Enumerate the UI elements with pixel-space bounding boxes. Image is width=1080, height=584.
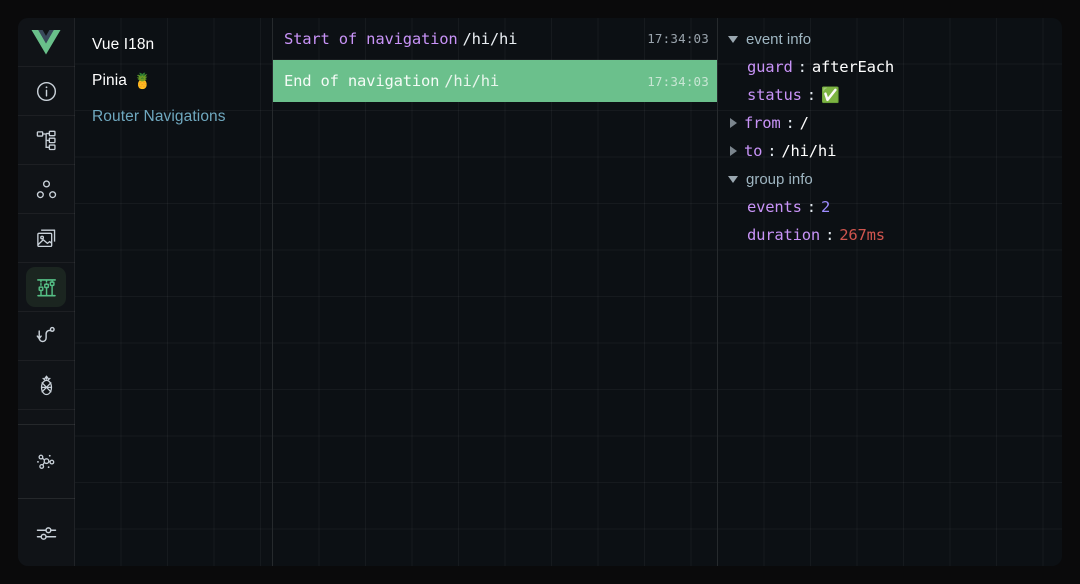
component-tree-icon [26, 120, 66, 160]
field-colon: : [820, 226, 839, 244]
inspector-content: event info guard : afterEach status : ✅ … [718, 18, 1062, 249]
group-title: event info [746, 31, 811, 48]
chevron-right-icon[interactable] [730, 146, 737, 156]
chevron-down-icon[interactable] [728, 176, 738, 183]
group-title: group info [746, 171, 813, 188]
plugin-list: Vue I18n Pinia 🍍 Router Navigations [75, 18, 272, 135]
inspector-group-event-info[interactable]: event info [718, 25, 1062, 53]
field-value: afterEach [812, 58, 894, 76]
inspector-field-guard: guard : afterEach [718, 53, 1062, 81]
sidebar-item-components[interactable] [18, 116, 75, 165]
field-key: to [744, 142, 762, 160]
chevron-down-icon[interactable] [728, 36, 738, 43]
plugin-label: Router Navigations [92, 108, 226, 126]
router-path-icon [26, 316, 66, 356]
chevron-right-icon[interactable] [730, 118, 737, 128]
field-key: events [747, 198, 802, 216]
sidebar-item-settings[interactable] [18, 509, 75, 558]
plugin-label: Pinia [92, 72, 127, 90]
sidebar-item-graph[interactable] [18, 165, 75, 214]
field-colon: : [793, 58, 812, 76]
devtools-window: Vue I18n Pinia 🍍 Router Navigations Star… [18, 18, 1062, 566]
inspector-field-from[interactable]: from : / [718, 109, 1062, 137]
timeline-event-row-selected[interactable]: End of navigation /hi/hi 17:34:03 [273, 60, 717, 102]
event-timestamp: 17:34:03 [647, 31, 709, 46]
event-list: Start of navigation /hi/hi 17:34:03 End … [273, 18, 717, 102]
sidebar-item-timeline[interactable] [18, 263, 75, 312]
plugin-list-panel: Vue I18n Pinia 🍍 Router Navigations [75, 18, 273, 566]
pinia-pineapple-icon [26, 365, 66, 405]
network-nodes-icon [26, 442, 66, 482]
inspector-field-events: events : 2 [718, 193, 1062, 221]
sidebar-item-assets[interactable] [18, 214, 75, 263]
field-key: duration [747, 226, 820, 244]
sidebar-item-pinia[interactable] [18, 361, 75, 410]
timeline-panel: Start of navigation /hi/hi 17:34:03 End … [273, 18, 718, 566]
event-subtitle: /hi/hi [439, 72, 499, 90]
info-circle-icon [26, 71, 66, 111]
inspector-field-duration: duration : 267ms [718, 221, 1062, 249]
field-key: from [744, 114, 781, 132]
sidebar-item-info[interactable] [18, 67, 75, 116]
plugin-item-router-navigations[interactable]: Router Navigations [75, 99, 272, 135]
sidebar-item-plugins[interactable] [18, 437, 75, 486]
field-key: guard [747, 58, 793, 76]
field-key: status [747, 86, 802, 104]
sidebar [18, 18, 75, 566]
check-mark-icon: ✅ [821, 86, 839, 104]
plugin-item-vue-i18n[interactable]: Vue I18n [75, 27, 272, 63]
plugin-label: Vue I18n [92, 36, 154, 54]
sidebar-item-router[interactable] [18, 312, 75, 361]
field-value: 267ms [839, 226, 885, 244]
field-value: /hi/hi [781, 142, 836, 160]
field-colon: : [802, 198, 821, 216]
field-colon: : [781, 114, 800, 132]
assets-image-icon [26, 218, 66, 258]
inspector-panel: event info guard : afterEach status : ✅ … [718, 18, 1062, 566]
event-timestamp: 17:34:03 [647, 74, 709, 89]
event-subtitle: /hi/hi [458, 30, 518, 48]
inspector-field-status: status : ✅ [718, 81, 1062, 109]
sidebar-divider-top [18, 424, 75, 425]
settings-sliders-icon [26, 514, 66, 554]
pineapple-emoji-icon: 🍍 [133, 72, 152, 90]
vue-logo-icon [31, 29, 61, 55]
field-colon: : [802, 86, 821, 104]
field-value: 2 [821, 198, 830, 216]
event-title: Start of navigation [284, 30, 458, 48]
sidebar-spacer [18, 410, 75, 424]
event-title: End of navigation [284, 72, 439, 90]
inspector-field-to[interactable]: to : /hi/hi [718, 137, 1062, 165]
field-value: / [800, 114, 809, 132]
sidebar-divider-bottom [18, 498, 75, 499]
plugin-item-pinia[interactable]: Pinia 🍍 [75, 63, 272, 99]
nodes-graph-icon [26, 169, 66, 209]
sidebar-logo[interactable] [18, 18, 75, 67]
inspector-group-group-info[interactable]: group info [718, 165, 1062, 193]
timeline-event-row[interactable]: Start of navigation /hi/hi 17:34:03 [273, 18, 717, 60]
timeline-sliders-icon [26, 267, 66, 307]
field-colon: : [762, 142, 781, 160]
